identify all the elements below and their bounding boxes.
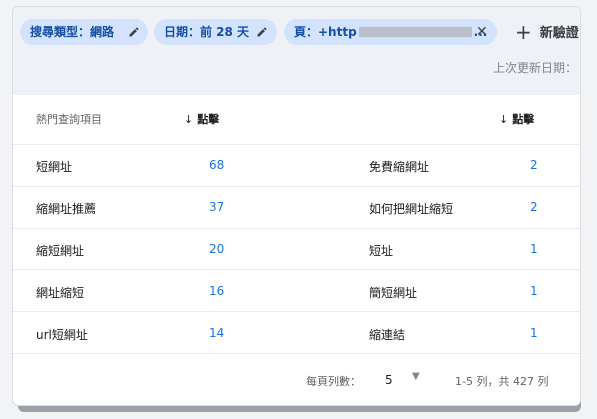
filter-chip-page-prefix: 頁：+http (294, 25, 357, 39)
divider (13, 353, 580, 354)
report-panel: 搜尋類型：網路 日期：前 28 天 頁：+http... ✕ + 新驗證 上次更新… (12, 6, 581, 406)
close-icon[interactable]: ✕ (476, 19, 488, 45)
clicks-cell: 68 (209, 158, 225, 172)
clicks-cell: 2 (530, 200, 538, 214)
add-filter-label: 新驗證 (539, 26, 579, 41)
query-cell: 如何把網址縮短 (369, 202, 454, 216)
edit-icon[interactable] (256, 26, 268, 38)
column-header-clicks-label: 點擊 (512, 113, 535, 126)
redacted-url (358, 26, 472, 37)
filter-chip-date-label: 日期：前 28 天 (164, 25, 250, 39)
query-cell: 縮網址推薦 (36, 202, 97, 216)
filter-chip-search-type[interactable]: 搜尋類型：網路 (20, 19, 148, 45)
divider (13, 269, 580, 270)
filter-chip-page[interactable]: 頁：+http... ✕ (284, 19, 497, 45)
arrow-down-icon: ↓ (499, 113, 509, 126)
filter-chip-search-type-label: 搜尋類型：網路 (30, 25, 115, 39)
edit-icon[interactable] (128, 26, 140, 38)
last-updated-label: 上次更新日期： (493, 61, 578, 75)
query-cell: 網址縮短 (36, 286, 85, 300)
clicks-cell: 14 (209, 326, 225, 340)
arrow-down-icon: ↓ (184, 113, 194, 126)
query-cell: 短址 (369, 244, 394, 258)
rows-per-page-value: 5 (385, 373, 393, 387)
clicks-cell: 1 (530, 326, 538, 340)
add-filter-button[interactable]: + 新驗證 (515, 19, 579, 45)
clicks-cell: 20 (209, 242, 225, 256)
pagination-range: 1-5 列，共 427 列 (455, 375, 549, 388)
clicks-cell: 1 (530, 242, 538, 256)
divider (13, 311, 580, 312)
plus-icon: + (515, 20, 532, 44)
divider (13, 186, 580, 187)
query-cell: 縮連結 (369, 328, 406, 342)
query-cell: 簡短網址 (369, 286, 418, 300)
clicks-cell: 2 (530, 158, 538, 172)
query-cell: 縮短網址 (36, 244, 85, 258)
query-cell: 短網址 (36, 160, 73, 174)
filter-bar: 搜尋類型：網路 日期：前 28 天 頁：+http... ✕ + 新驗證 上次更新… (13, 7, 580, 95)
column-header-clicks-right[interactable]: ↓ 點擊 (499, 111, 534, 127)
clicks-cell: 37 (209, 200, 225, 214)
caret-down-icon: ▼ (412, 371, 420, 382)
query-cell: 免費縮網址 (369, 160, 430, 174)
filter-chip-date[interactable]: 日期：前 28 天 (154, 19, 277, 45)
query-cell: url短網址 (36, 328, 88, 342)
column-header-top-queries: 熱門查詢項目 (36, 113, 102, 126)
rows-per-page-label: 每頁列數： (306, 375, 361, 388)
column-header-clicks[interactable]: ↓ 點擊 (184, 111, 219, 127)
clicks-cell: 1 (530, 284, 538, 298)
clicks-cell: 16 (209, 284, 225, 298)
divider (13, 144, 580, 145)
divider (13, 228, 580, 229)
column-header-clicks-label: 點擊 (197, 113, 220, 126)
